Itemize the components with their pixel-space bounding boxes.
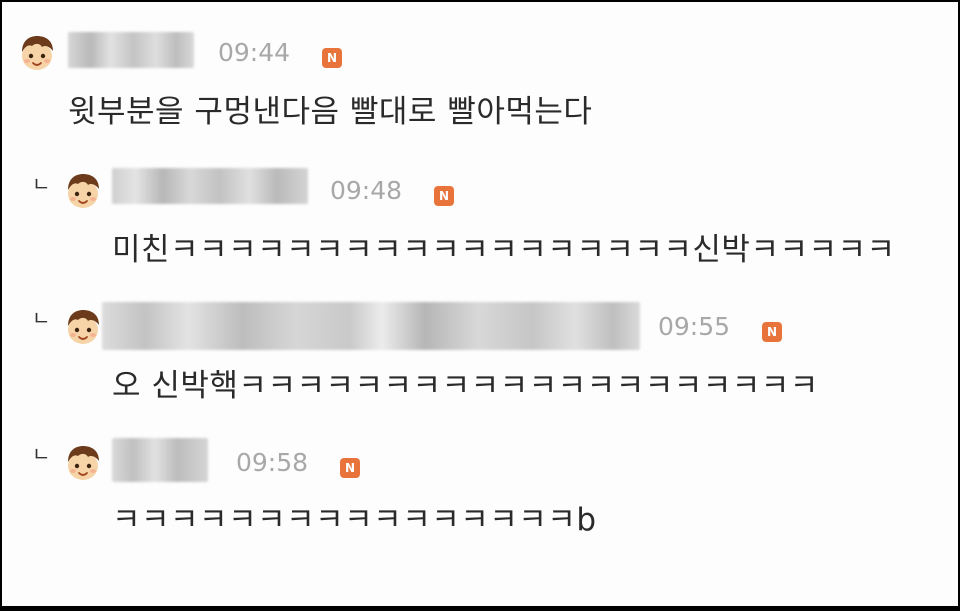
- username-blurred[interactable]: [112, 168, 308, 204]
- comment-time: 09:58: [236, 448, 309, 477]
- username-blurred[interactable]: [68, 32, 194, 68]
- username-blurred[interactable]: [112, 438, 208, 482]
- boy-face-avatar-icon[interactable]: [64, 308, 102, 346]
- reply-arrow-icon: ㄴ: [32, 306, 51, 330]
- boy-face-avatar-icon[interactable]: [18, 34, 56, 72]
- comment-thread-screenshot: 09:44 N 윗부분을 구멍낸다음 빨대로 빨아먹는다 ㄴ 09:48 N 미…: [2, 2, 958, 606]
- comment-time: 09:55: [658, 312, 731, 341]
- comment-text: 미친ㅋㅋㅋㅋㅋㅋㅋㅋㅋㅋㅋㅋㅋㅋㅋㅋㅋㅋ신박ㅋㅋㅋㅋㅋ: [112, 232, 896, 268]
- reply-arrow-icon: ㄴ: [32, 172, 51, 196]
- boy-face-avatar-icon[interactable]: [64, 444, 102, 482]
- boy-face-avatar-icon[interactable]: [64, 172, 102, 210]
- username-blurred[interactable]: [102, 302, 640, 350]
- comment-text: 윗부분을 구멍낸다음 빨대로 빨아먹는다: [68, 94, 593, 130]
- new-badge-icon: N: [322, 48, 342, 68]
- reply-arrow-icon: ㄴ: [32, 442, 51, 466]
- new-badge-icon: N: [762, 322, 782, 342]
- new-badge-icon: N: [340, 458, 360, 478]
- comment-time: 09:48: [330, 176, 403, 205]
- comment-text: ㅋㅋㅋㅋㅋㅋㅋㅋㅋㅋㅋㅋㅋㅋㅋㅋb: [112, 502, 597, 538]
- comment-text: 오 신박핵ㅋㅋㅋㅋㅋㅋㅋㅋㅋㅋㅋㅋㅋㅋㅋㅋㅋㅋㅋㅋ: [112, 368, 819, 404]
- comment-time: 09:44: [218, 38, 291, 67]
- new-badge-icon: N: [434, 186, 454, 206]
